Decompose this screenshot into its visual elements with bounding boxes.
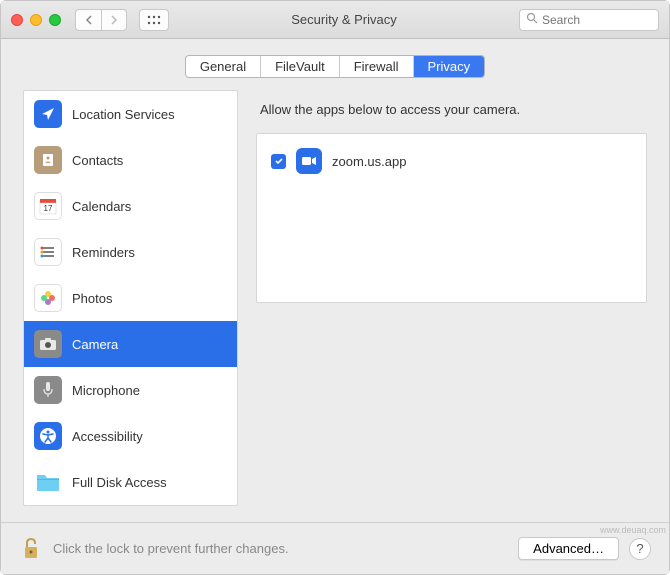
tab-firewall[interactable]: Firewall <box>340 56 414 77</box>
sidebar-item-calendars[interactable]: 17 Calendars <box>24 183 237 229</box>
panel-description: Allow the apps below to access your came… <box>256 90 647 133</box>
photos-icon <box>34 284 62 312</box>
lock-icon[interactable] <box>19 535 43 563</box>
back-button[interactable] <box>75 9 101 31</box>
sidebar-item-label: Accessibility <box>72 429 143 444</box>
sidebar-item-contacts[interactable]: Contacts <box>24 137 237 183</box>
nav-buttons <box>75 9 127 31</box>
zoom-button[interactable] <box>49 14 61 26</box>
search-icon <box>526 12 538 27</box>
sidebar-item-camera[interactable]: Camera <box>24 321 237 367</box>
search-input[interactable] <box>542 13 652 27</box>
tab-privacy[interactable]: Privacy <box>414 56 485 77</box>
sidebar-item-label: Contacts <box>72 153 123 168</box>
app-row: zoom.us.app <box>257 140 646 182</box>
sidebar-item-photos[interactable]: Photos <box>24 275 237 321</box>
show-all-button[interactable] <box>139 9 169 31</box>
forward-button[interactable] <box>101 9 127 31</box>
app-name: zoom.us.app <box>332 154 406 169</box>
footer: Click the lock to prevent further change… <box>1 522 669 574</box>
preferences-window: Security & Privacy General FileVault Fir… <box>0 0 670 575</box>
location-icon <box>34 100 62 128</box>
sidebar-item-label: Photos <box>72 291 112 306</box>
sidebar-item-fulldisk[interactable]: Full Disk Access <box>24 459 237 505</box>
sidebar-item-label: Full Disk Access <box>72 475 167 490</box>
watermark: www.deuaq.com <box>600 525 666 535</box>
app-list: zoom.us.app <box>256 133 647 303</box>
app-checkbox[interactable] <box>271 154 286 169</box>
minimize-button[interactable] <box>30 14 42 26</box>
accessibility-icon <box>34 422 62 450</box>
sidebar-item-label: Location Services <box>72 107 175 122</box>
search-field[interactable] <box>519 9 659 31</box>
sidebar-item-label: Camera <box>72 337 118 352</box>
folder-icon <box>34 468 62 496</box>
sidebar-item-label: Calendars <box>72 199 131 214</box>
reminders-icon <box>34 238 62 266</box>
microphone-icon <box>34 376 62 404</box>
contacts-icon <box>34 146 62 174</box>
sidebar-item-location[interactable]: Location Services <box>24 91 237 137</box>
close-button[interactable] <box>11 14 23 26</box>
privacy-sidebar: Location Services Contacts 17 Calendars … <box>23 90 238 506</box>
tab-filevault[interactable]: FileVault <box>261 56 340 77</box>
main-panel: Allow the apps below to access your came… <box>256 90 647 506</box>
calendar-icon: 17 <box>34 192 62 220</box>
camera-icon <box>34 330 62 358</box>
zoom-app-icon <box>296 148 322 174</box>
advanced-button[interactable]: Advanced… <box>518 537 619 560</box>
tab-bar: General FileVault Firewall Privacy <box>1 39 669 90</box>
titlebar: Security & Privacy <box>1 1 669 39</box>
content-area: Location Services Contacts 17 Calendars … <box>1 90 669 522</box>
help-button[interactable]: ? <box>629 538 651 560</box>
sidebar-item-microphone[interactable]: Microphone <box>24 367 237 413</box>
tab-general[interactable]: General <box>186 56 261 77</box>
sidebar-item-label: Reminders <box>72 245 135 260</box>
lock-text: Click the lock to prevent further change… <box>53 541 508 556</box>
window-controls <box>11 14 61 26</box>
sidebar-item-accessibility[interactable]: Accessibility <box>24 413 237 459</box>
sidebar-item-reminders[interactable]: Reminders <box>24 229 237 275</box>
sidebar-item-label: Microphone <box>72 383 140 398</box>
window-title: Security & Privacy <box>177 12 511 27</box>
svg-text:17: 17 <box>44 204 53 213</box>
